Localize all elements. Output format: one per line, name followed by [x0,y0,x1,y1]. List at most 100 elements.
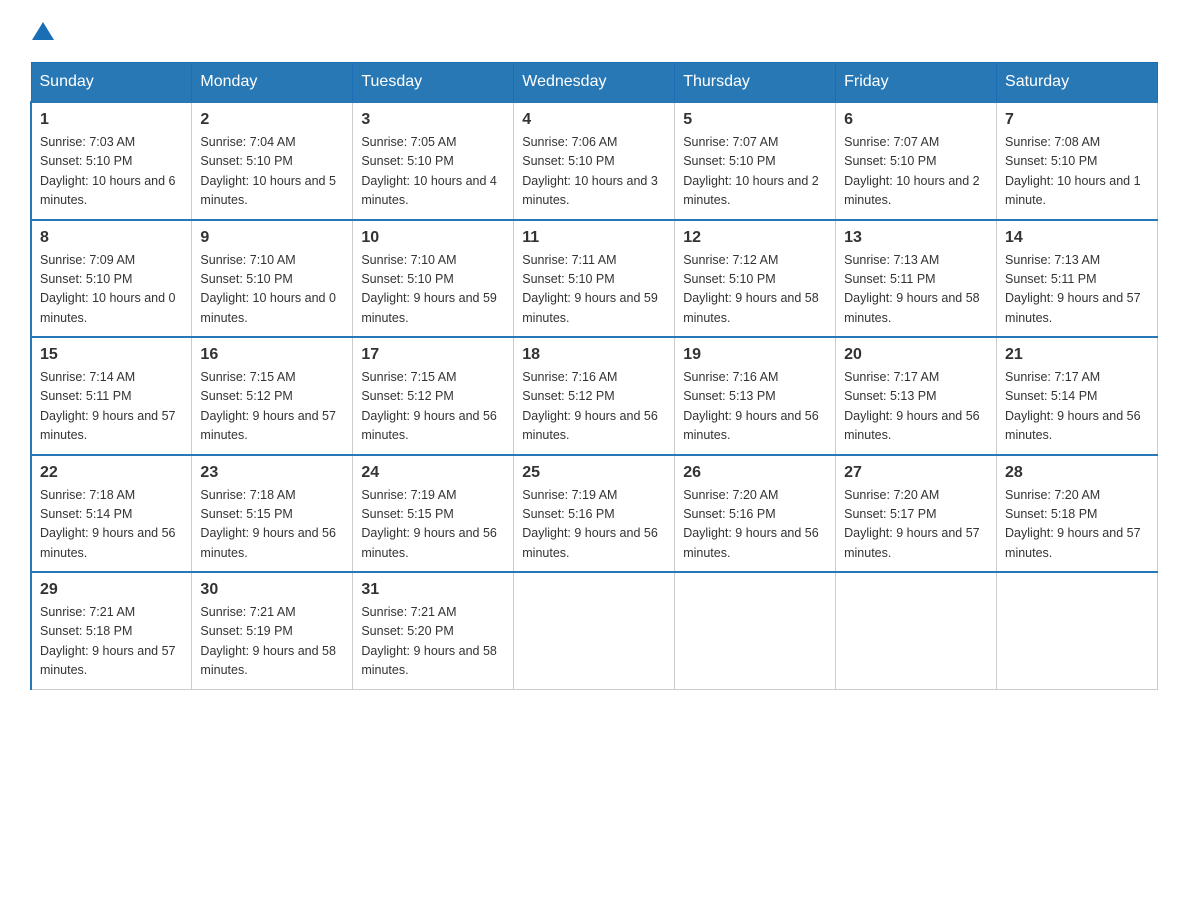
day-info: Sunrise: 7:06 AM Sunset: 5:10 PM Dayligh… [522,133,666,211]
calendar-cell: 9 Sunrise: 7:10 AM Sunset: 5:10 PM Dayli… [192,220,353,338]
day-info: Sunrise: 7:21 AM Sunset: 5:19 PM Dayligh… [200,603,344,681]
day-number: 16 [200,346,344,364]
calendar-cell: 30 Sunrise: 7:21 AM Sunset: 5:19 PM Dayl… [192,572,353,689]
day-number: 23 [200,464,344,482]
week-row-1: 1 Sunrise: 7:03 AM Sunset: 5:10 PM Dayli… [31,102,1158,220]
header-wednesday: Wednesday [514,63,675,103]
calendar-cell: 26 Sunrise: 7:20 AM Sunset: 5:16 PM Dayl… [675,455,836,573]
calendar-cell: 22 Sunrise: 7:18 AM Sunset: 5:14 PM Dayl… [31,455,192,573]
day-number: 30 [200,581,344,599]
day-number: 25 [522,464,666,482]
day-info: Sunrise: 7:14 AM Sunset: 5:11 PM Dayligh… [40,368,183,446]
day-number: 11 [522,229,666,247]
calendar-header: SundayMondayTuesdayWednesdayThursdayFrid… [31,63,1158,103]
calendar-cell: 15 Sunrise: 7:14 AM Sunset: 5:11 PM Dayl… [31,337,192,455]
day-number: 8 [40,229,183,247]
day-number: 28 [1005,464,1149,482]
calendar-cell: 4 Sunrise: 7:06 AM Sunset: 5:10 PM Dayli… [514,102,675,220]
calendar-cell: 7 Sunrise: 7:08 AM Sunset: 5:10 PM Dayli… [997,102,1158,220]
day-number: 13 [844,229,988,247]
day-info: Sunrise: 7:13 AM Sunset: 5:11 PM Dayligh… [844,251,988,329]
calendar-cell: 24 Sunrise: 7:19 AM Sunset: 5:15 PM Dayl… [353,455,514,573]
logo [30,20,54,42]
header-monday: Monday [192,63,353,103]
day-number: 2 [200,111,344,129]
calendar-cell: 31 Sunrise: 7:21 AM Sunset: 5:20 PM Dayl… [353,572,514,689]
day-number: 18 [522,346,666,364]
header-row: SundayMondayTuesdayWednesdayThursdayFrid… [31,63,1158,103]
day-number: 3 [361,111,505,129]
day-info: Sunrise: 7:08 AM Sunset: 5:10 PM Dayligh… [1005,133,1149,211]
calendar-cell: 16 Sunrise: 7:15 AM Sunset: 5:12 PM Dayl… [192,337,353,455]
calendar-cell: 19 Sunrise: 7:16 AM Sunset: 5:13 PM Dayl… [675,337,836,455]
day-info: Sunrise: 7:11 AM Sunset: 5:10 PM Dayligh… [522,251,666,329]
calendar-cell: 14 Sunrise: 7:13 AM Sunset: 5:11 PM Dayl… [997,220,1158,338]
day-info: Sunrise: 7:07 AM Sunset: 5:10 PM Dayligh… [683,133,827,211]
calendar-cell: 2 Sunrise: 7:04 AM Sunset: 5:10 PM Dayli… [192,102,353,220]
day-info: Sunrise: 7:21 AM Sunset: 5:18 PM Dayligh… [40,603,183,681]
day-number: 10 [361,229,505,247]
day-info: Sunrise: 7:10 AM Sunset: 5:10 PM Dayligh… [200,251,344,329]
header-sunday: Sunday [31,63,192,103]
calendar-cell: 25 Sunrise: 7:19 AM Sunset: 5:16 PM Dayl… [514,455,675,573]
day-number: 1 [40,111,183,129]
calendar-cell [514,572,675,689]
day-info: Sunrise: 7:20 AM Sunset: 5:16 PM Dayligh… [683,486,827,564]
day-info: Sunrise: 7:09 AM Sunset: 5:10 PM Dayligh… [40,251,183,329]
calendar-cell: 27 Sunrise: 7:20 AM Sunset: 5:17 PM Dayl… [836,455,997,573]
calendar-cell: 18 Sunrise: 7:16 AM Sunset: 5:12 PM Dayl… [514,337,675,455]
calendar-cell: 23 Sunrise: 7:18 AM Sunset: 5:15 PM Dayl… [192,455,353,573]
calendar-cell: 28 Sunrise: 7:20 AM Sunset: 5:18 PM Dayl… [997,455,1158,573]
day-number: 12 [683,229,827,247]
day-number: 17 [361,346,505,364]
calendar-cell: 13 Sunrise: 7:13 AM Sunset: 5:11 PM Dayl… [836,220,997,338]
day-info: Sunrise: 7:13 AM Sunset: 5:11 PM Dayligh… [1005,251,1149,329]
day-info: Sunrise: 7:04 AM Sunset: 5:10 PM Dayligh… [200,133,344,211]
calendar-cell: 20 Sunrise: 7:17 AM Sunset: 5:13 PM Dayl… [836,337,997,455]
day-number: 31 [361,581,505,599]
day-info: Sunrise: 7:17 AM Sunset: 5:14 PM Dayligh… [1005,368,1149,446]
day-number: 6 [844,111,988,129]
day-number: 27 [844,464,988,482]
day-info: Sunrise: 7:15 AM Sunset: 5:12 PM Dayligh… [200,368,344,446]
day-info: Sunrise: 7:20 AM Sunset: 5:18 PM Dayligh… [1005,486,1149,564]
day-info: Sunrise: 7:10 AM Sunset: 5:10 PM Dayligh… [361,251,505,329]
day-info: Sunrise: 7:19 AM Sunset: 5:16 PM Dayligh… [522,486,666,564]
calendar-cell [836,572,997,689]
calendar-cell [997,572,1158,689]
week-row-3: 15 Sunrise: 7:14 AM Sunset: 5:11 PM Dayl… [31,337,1158,455]
day-info: Sunrise: 7:18 AM Sunset: 5:14 PM Dayligh… [40,486,183,564]
day-number: 7 [1005,111,1149,129]
day-info: Sunrise: 7:15 AM Sunset: 5:12 PM Dayligh… [361,368,505,446]
calendar-cell: 11 Sunrise: 7:11 AM Sunset: 5:10 PM Dayl… [514,220,675,338]
day-number: 14 [1005,229,1149,247]
day-number: 24 [361,464,505,482]
header-thursday: Thursday [675,63,836,103]
header-tuesday: Tuesday [353,63,514,103]
day-number: 20 [844,346,988,364]
day-number: 15 [40,346,183,364]
day-info: Sunrise: 7:07 AM Sunset: 5:10 PM Dayligh… [844,133,988,211]
day-number: 9 [200,229,344,247]
day-number: 29 [40,581,183,599]
day-info: Sunrise: 7:16 AM Sunset: 5:12 PM Dayligh… [522,368,666,446]
calendar-cell: 6 Sunrise: 7:07 AM Sunset: 5:10 PM Dayli… [836,102,997,220]
day-info: Sunrise: 7:18 AM Sunset: 5:15 PM Dayligh… [200,486,344,564]
day-info: Sunrise: 7:21 AM Sunset: 5:20 PM Dayligh… [361,603,505,681]
calendar-cell: 17 Sunrise: 7:15 AM Sunset: 5:12 PM Dayl… [353,337,514,455]
calendar-cell: 1 Sunrise: 7:03 AM Sunset: 5:10 PM Dayli… [31,102,192,220]
calendar-cell: 3 Sunrise: 7:05 AM Sunset: 5:10 PM Dayli… [353,102,514,220]
day-info: Sunrise: 7:03 AM Sunset: 5:10 PM Dayligh… [40,133,183,211]
day-info: Sunrise: 7:16 AM Sunset: 5:13 PM Dayligh… [683,368,827,446]
page-header [30,20,1158,42]
calendar-cell: 10 Sunrise: 7:10 AM Sunset: 5:10 PM Dayl… [353,220,514,338]
day-number: 21 [1005,346,1149,364]
day-info: Sunrise: 7:17 AM Sunset: 5:13 PM Dayligh… [844,368,988,446]
week-row-2: 8 Sunrise: 7:09 AM Sunset: 5:10 PM Dayli… [31,220,1158,338]
day-info: Sunrise: 7:20 AM Sunset: 5:17 PM Dayligh… [844,486,988,564]
calendar-cell: 5 Sunrise: 7:07 AM Sunset: 5:10 PM Dayli… [675,102,836,220]
day-number: 5 [683,111,827,129]
header-friday: Friday [836,63,997,103]
day-number: 4 [522,111,666,129]
calendar-body: 1 Sunrise: 7:03 AM Sunset: 5:10 PM Dayli… [31,102,1158,689]
